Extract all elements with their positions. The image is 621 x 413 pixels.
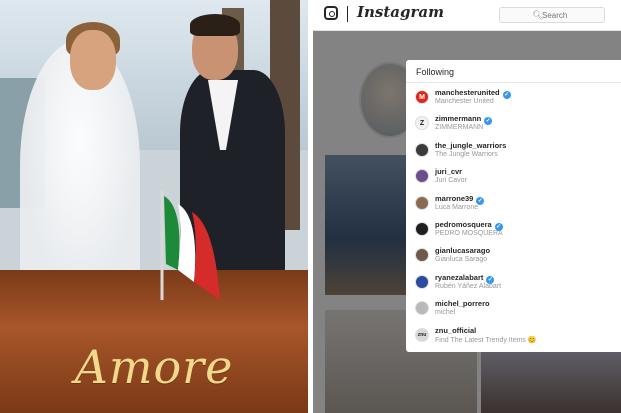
boat-caption: Amore: [74, 340, 234, 394]
username-text: znu_official: [435, 325, 477, 335]
account-full-name: Luca Marrone: [435, 203, 479, 211]
following-row[interactable]: gianlucasarago Gianluca Sarago: [406, 242, 621, 268]
account-full-name: ZIMMERMANN: [435, 124, 484, 132]
account-username[interactable]: the_jungle_warriors: [435, 141, 506, 150]
username-text: ryanezalabart: [435, 272, 484, 282]
following-row[interactable]: ryanezalabart ✓ Rubén Yáñez Alabart: [406, 269, 621, 295]
account-username[interactable]: michel_porrero: [435, 299, 490, 308]
italian-flag: [160, 190, 220, 300]
account-avatar[interactable]: [415, 169, 429, 184]
following-row[interactable]: nickymerreo: [406, 348, 621, 353]
account-username[interactable]: gianlucasarago: [435, 246, 490, 255]
account-avatar[interactable]: [415, 301, 429, 316]
following-row[interactable]: marrone39 ✓ Luca Marrone: [406, 190, 621, 216]
following-row[interactable]: znu znu_official Find The Latest Trendy It…: [406, 322, 621, 348]
account-full-name: Rubén Yáñez Alabart: [435, 282, 502, 290]
username-text: zimmermann: [435, 114, 482, 124]
instagram-logo[interactable]: Instagram: [357, 3, 444, 21]
following-row[interactable]: michel_porrero michel: [406, 295, 621, 321]
following-row[interactable]: pedromosquera ✓ PEDRO MOSQUERA: [406, 216, 621, 242]
account-full-name: Gianluca Sarago: [435, 256, 488, 264]
username-text: marrone39: [435, 193, 474, 203]
following-list: Mmanchesterunited ✓ Manchester United Zzimm…: [406, 84, 621, 352]
groom-hair: [190, 14, 240, 36]
account-avatar[interactable]: [415, 221, 429, 236]
account-avatar[interactable]: Z: [415, 116, 429, 131]
search-box[interactable]: 🔍︎: [499, 7, 605, 23]
instagram-screenshot: Instagram 🔍︎ Following Mmanchesterunited…: [313, 0, 621, 413]
account-full-name: michel: [435, 309, 456, 317]
account-username[interactable]: juri_cvr: [435, 167, 462, 176]
account-full-name: Find The Latest Trendy Items 😊: [435, 336, 537, 344]
modal-title: Following: [416, 67, 455, 77]
username-text: michel_porrero: [435, 299, 490, 309]
wedding-photo: Amore: [0, 0, 308, 413]
modal-divider: [406, 82, 621, 83]
header-divider: [347, 6, 348, 22]
username-text: manchesterunited: [435, 88, 500, 97]
account-avatar[interactable]: [415, 142, 429, 157]
following-row[interactable]: Zzimmermann ✓ ZIMMERMANN: [406, 110, 621, 136]
following-row[interactable]: Mmanchesterunited ✓ Manchester United: [406, 84, 621, 110]
account-avatar[interactable]: M: [415, 90, 429, 104]
account-avatar[interactable]: [415, 274, 429, 289]
account-full-name: Juri Cavor: [435, 177, 467, 185]
account-full-name: The Jungle Warriors: [435, 150, 498, 158]
composite-image: Amore Instagram 🔍︎ Following Mmanchester…: [0, 0, 621, 413]
instagram-header: Instagram 🔍︎: [313, 0, 621, 31]
verified-badge-icon: ✓: [502, 91, 511, 99]
camera-icon[interactable]: [324, 6, 338, 20]
username-text: juri_cvr: [435, 167, 463, 177]
search-input[interactable]: [542, 9, 600, 21]
username-text: the_jungle_warriors: [435, 140, 507, 150]
account-avatar[interactable]: [415, 248, 429, 263]
verified-badge-icon: ✓: [484, 117, 493, 126]
following-row[interactable]: the_jungle_warriors The Jungle Warriors: [406, 137, 621, 163]
username-text: gianlucasarago: [435, 246, 491, 256]
following-modal: Following Mmanchesterunited ✓ Manchester U…: [406, 60, 621, 352]
account-avatar[interactable]: znu: [415, 327, 429, 342]
account-username[interactable]: znu_official: [435, 326, 476, 335]
following-row[interactable]: juri_cvr Juri Cavor: [406, 163, 621, 189]
account-full-name: PEDRO MOSQUERA: [435, 229, 503, 237]
username-text: pedromosquera: [435, 219, 492, 229]
account-avatar[interactable]: [415, 195, 429, 210]
account-full-name: Manchester United: [435, 98, 494, 105]
bride-face: [70, 30, 116, 90]
